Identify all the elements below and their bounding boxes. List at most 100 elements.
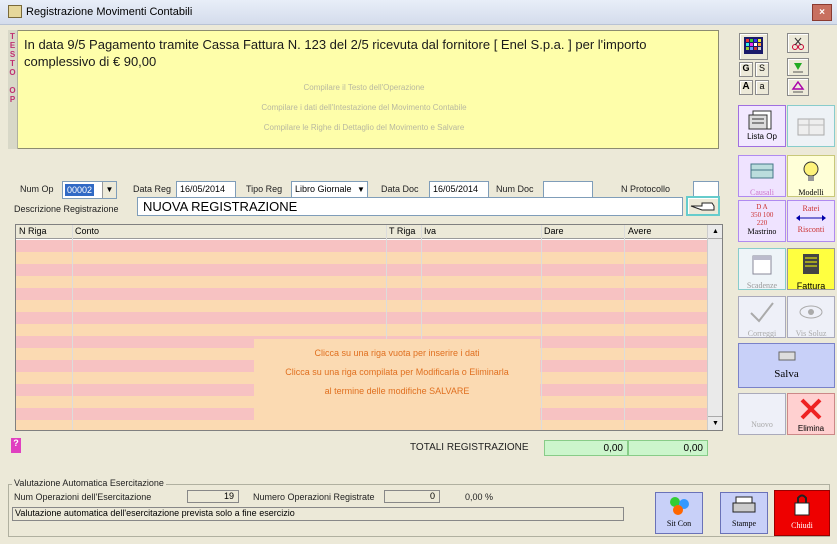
testo-op-strip: TESTOOP — [8, 30, 18, 149]
pointer-button[interactable] — [686, 196, 720, 216]
risconti-label: Risconti — [797, 225, 825, 234]
nuovo-button[interactable]: Nuovo — [738, 393, 786, 435]
building-icon — [750, 163, 774, 179]
table-row[interactable] — [16, 252, 707, 264]
table-row[interactable] — [16, 288, 707, 300]
cut-button[interactable] — [787, 33, 809, 53]
calendar-icon — [752, 255, 772, 275]
chiudi-button[interactable]: Chiudi — [774, 490, 830, 536]
elimina-button[interactable]: Elimina — [787, 393, 835, 435]
table-row[interactable] — [16, 276, 707, 288]
col-dare: Dare — [544, 226, 564, 236]
instruction-new-row: Clicca su una riga vuota per inserire i … — [314, 348, 480, 358]
table-row[interactable] — [16, 264, 707, 276]
num-doc-label: Num Doc — [496, 184, 534, 194]
mastrino-button[interactable]: D A 350 100 220 Mastrino — [738, 200, 786, 242]
scroll-down-icon[interactable]: ▼ — [708, 416, 722, 430]
vis-soluz-button[interactable]: Vis Soluz — [787, 296, 835, 338]
table-icon — [797, 118, 825, 136]
hint-righe: Compilare le Righe di Dettaglio del Movi… — [263, 123, 465, 132]
grid-header: N Riga Conto T Riga Iva Dare Avere — [16, 225, 707, 239]
close-button[interactable]: × — [812, 4, 832, 21]
num-op-value: 00002 — [65, 184, 95, 196]
num-ops-value: 19 — [187, 490, 239, 503]
table-row[interactable] — [16, 312, 707, 324]
operation-text[interactable]: In data 9/5 Pagamento tramite Cassa Fatt… — [24, 36, 714, 70]
scadenze-button[interactable]: Scadenze — [738, 248, 786, 290]
lightbulb-icon — [803, 161, 819, 181]
bold-g-button[interactable]: G — [739, 62, 753, 77]
causali-button[interactable]: Causali — [738, 155, 786, 197]
valutazione-legend: Valutazione Automatica Esercitazione — [12, 478, 166, 488]
table-row[interactable] — [16, 300, 707, 312]
modelli-label: Modelli — [798, 188, 824, 197]
font-small-button[interactable]: a — [755, 80, 769, 95]
stampe-button[interactable]: Stampe — [720, 492, 768, 534]
fattura-label: Fattura — [796, 281, 826, 291]
instruction-save: al termine delle modifiche SALVARE — [324, 386, 470, 396]
save-disk-icon — [778, 351, 796, 361]
instruction-edit-row: Clicca su una riga compilata per Modific… — [285, 367, 509, 377]
color-palette-button[interactable] — [739, 33, 768, 60]
lista-op-button[interactable]: Lista Op — [738, 105, 786, 147]
registered-value: 0 — [384, 490, 440, 503]
detail-grid[interactable]: N Riga Conto T Riga Iva Dare Avere Clicc… — [15, 224, 723, 431]
grid-view-button[interactable] — [787, 105, 835, 147]
table-row[interactable] — [16, 240, 707, 252]
chevron-down-icon[interactable]: ▼ — [355, 182, 367, 198]
num-ops-label: Num Operazioni dell'Esercitazione — [14, 492, 152, 502]
correggi-button[interactable]: Correggi — [738, 296, 786, 338]
col-t-riga: T Riga — [389, 226, 416, 236]
col-n-riga: N Riga — [19, 226, 47, 236]
registered-label: Numero Operazioni Registrate — [253, 492, 375, 502]
table-row[interactable] — [16, 324, 707, 336]
scroll-up-icon[interactable]: ▲ — [708, 225, 722, 239]
descrizione-field[interactable]: NUOVA REGISTRAZIONE — [137, 197, 683, 216]
chiudi-label: Chiudi — [791, 521, 813, 530]
modelli-button[interactable]: Modelli — [787, 155, 835, 197]
mastrino-numbers: 350 100 220 — [750, 211, 774, 227]
valutazione-note: Valutazione automatica dell'esercitazion… — [12, 507, 624, 521]
scissors-icon — [792, 37, 804, 50]
printer-icon — [732, 496, 756, 513]
hint-intestazione: Compilare i dati dell'Intestazione del M… — [261, 103, 467, 112]
salva-label: Salva — [774, 368, 799, 380]
range-arrow-icon — [796, 215, 826, 221]
paste-button[interactable] — [787, 58, 809, 76]
scadenze-label: Scadenze — [746, 281, 778, 290]
col-conto: Conto — [75, 226, 100, 236]
col-avere: Avere — [628, 226, 652, 236]
eye-icon — [799, 305, 823, 319]
sit-con-button[interactable]: Sit Con — [655, 492, 703, 534]
invoice-icon — [803, 254, 819, 274]
delete-x-icon — [800, 398, 822, 420]
help-button[interactable]: ? — [11, 438, 21, 453]
s-button[interactable]: S — [755, 62, 769, 77]
lock-icon — [794, 494, 810, 516]
grid-scrollbar[interactable]: ▲ ▼ — [707, 225, 722, 430]
title-bar: Registrazione Movimenti Contabili × — [0, 0, 837, 25]
causali-label: Causali — [750, 188, 774, 197]
chevron-down-icon[interactable]: ▼ — [102, 182, 116, 198]
mastrino-da-label: D A — [756, 203, 768, 211]
color-grid-icon — [744, 37, 763, 54]
totale-avere: 0,00 — [628, 440, 708, 456]
vis-soluz-label: Vis Soluz — [795, 329, 827, 338]
ratei-risconti-button[interactable]: Ratei Risconti — [787, 200, 835, 242]
descrizione-label: Descrizione Registrazione — [14, 204, 119, 214]
nuovo-label: Nuovo — [751, 420, 773, 429]
checkmark-icon — [750, 302, 774, 323]
stampe-label: Stampe — [732, 519, 756, 528]
sit-con-label: Sit Con — [666, 519, 692, 528]
col-iva: Iva — [424, 226, 437, 236]
font-large-button[interactable]: A — [739, 80, 753, 95]
correggi-label: Correggi — [747, 329, 777, 338]
num-op-select[interactable]: 00002 ▼ — [62, 181, 117, 199]
data-reg-label: Data Reg — [133, 184, 172, 194]
salva-button[interactable]: Salva — [738, 343, 835, 388]
num-op-label: Num Op — [20, 184, 54, 194]
window-title: Registrazione Movimenti Contabili — [26, 6, 193, 18]
fattura-button[interactable]: Fattura — [787, 248, 835, 291]
totali-label: TOTALI REGISTRAZIONE — [410, 442, 529, 453]
undo-button[interactable] — [787, 78, 809, 96]
